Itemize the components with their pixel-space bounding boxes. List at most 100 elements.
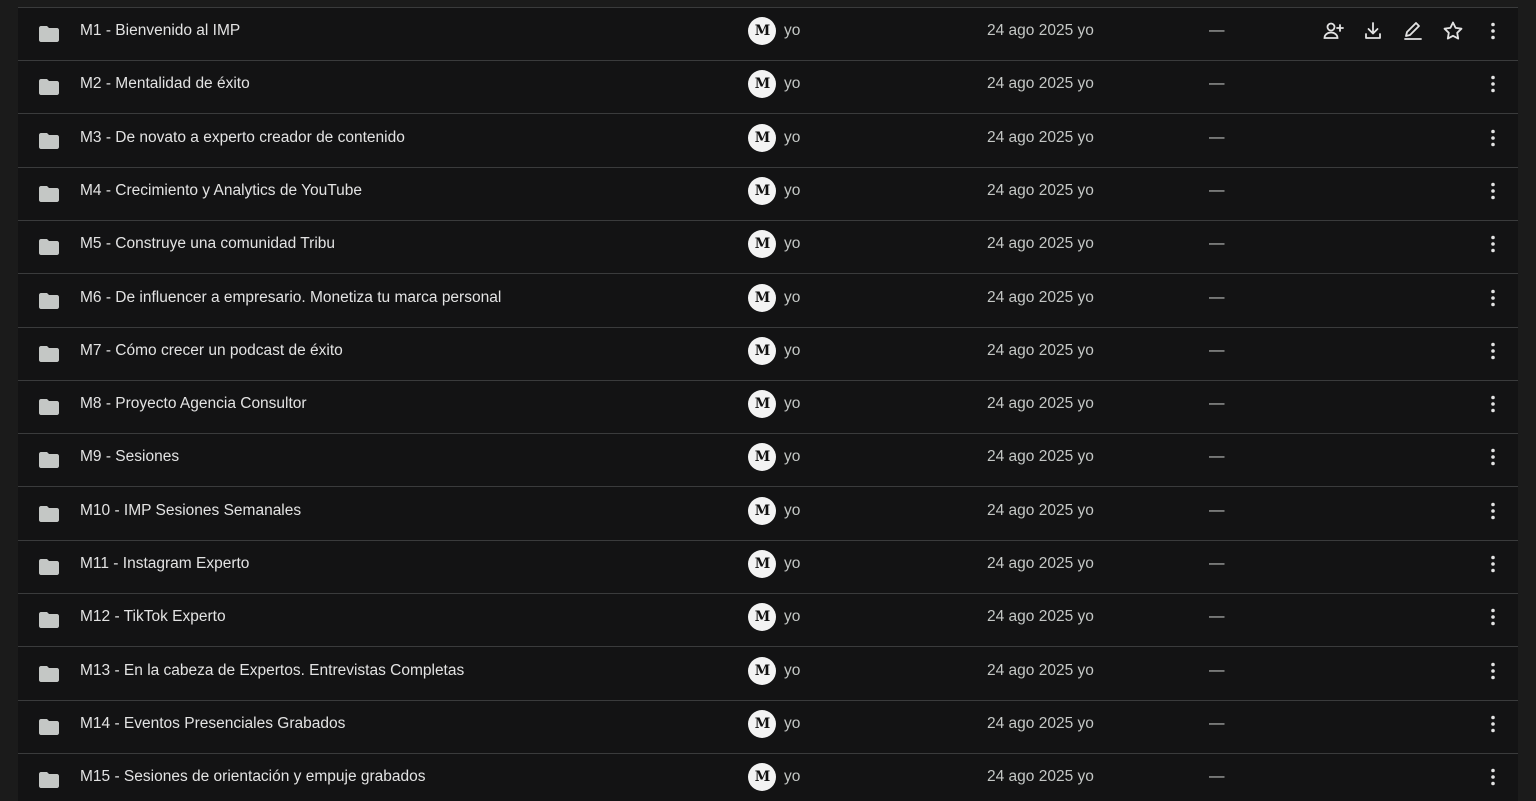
owner-avatar: M — [748, 230, 776, 259]
file-owner: yo — [784, 448, 801, 466]
owner-avatar: M — [748, 176, 776, 205]
owner-avatar: M — [748, 496, 776, 525]
file-size: — — [1209, 768, 1225, 786]
folder-icon — [37, 22, 61, 46]
file-row[interactable]: M4 - Crecimiento y Analytics de YouTube M… — [18, 168, 1518, 221]
more-vert-icon[interactable] — [1481, 392, 1505, 416]
file-size: — — [1209, 341, 1225, 359]
file-owner: yo — [784, 128, 801, 146]
more-vert-icon[interactable] — [1481, 126, 1505, 150]
file-name[interactable]: M1 - Bienvenido al IMP — [80, 8, 240, 60]
file-modified: 24 ago 2025 yo — [987, 235, 1094, 253]
file-owner: yo — [784, 608, 801, 626]
file-size: — — [1209, 22, 1225, 39]
file-owner: yo — [784, 555, 801, 572]
more-vert-icon[interactable] — [1481, 286, 1505, 310]
folder-icon — [37, 129, 61, 153]
file-size: — — [1209, 608, 1225, 626]
more-vert-icon[interactable] — [1481, 232, 1505, 256]
file-owner: yo — [784, 661, 801, 679]
add-person-icon[interactable] — [1321, 19, 1345, 43]
owner-avatar: M — [748, 656, 776, 685]
more-vert-icon[interactable] — [1481, 712, 1505, 736]
file-row[interactable]: M12 - TikTok Experto Myo 24 ago 2025 yo — — [18, 594, 1518, 648]
folder-icon — [37, 182, 61, 206]
file-modified: 24 ago 2025 yo — [987, 22, 1094, 39]
file-owner: yo — [784, 288, 801, 306]
file-row[interactable]: M5 - Construye una comunidad Tribu Myo 24 … — [18, 221, 1518, 275]
owner-avatar: M — [748, 70, 776, 99]
download-icon[interactable] — [1361, 19, 1385, 43]
file-size: — — [1209, 714, 1225, 732]
more-vert-icon[interactable] — [1481, 339, 1505, 363]
file-name[interactable]: M11 - Instagram Experto — [80, 541, 249, 593]
owner-avatar: M — [748, 123, 776, 152]
more-vert-icon[interactable] — [1481, 552, 1505, 576]
file-row[interactable]: M1 - Bienvenido al IMP Myo 24 ago 2025 yo — — [18, 8, 1518, 61]
more-vert-icon[interactable] — [1481, 499, 1505, 523]
file-row[interactable]: M8 - Proyecto Agencia Consultor Myo 24 ago… — [18, 381, 1518, 435]
owner-avatar: M — [748, 17, 776, 45]
file-row[interactable]: M14 - Eventos Presenciales Grabados Myo 24… — [18, 701, 1518, 754]
file-name[interactable]: M4 - Crecimiento y Analytics de YouTube — [80, 168, 362, 220]
file-name[interactable]: M5 - Construye una comunidad Tribu — [80, 221, 335, 273]
file-name[interactable]: M9 - Sesiones — [80, 434, 179, 486]
file-name[interactable]: M6 - De influencer a empresario. Monetiz… — [80, 275, 501, 327]
more-vert-icon[interactable] — [1481, 605, 1505, 629]
more-vert-icon[interactable] — [1481, 179, 1505, 203]
file-row[interactable]: M11 - Instagram Experto Myo 24 ago 2025 yo… — [18, 541, 1518, 594]
folder-icon — [37, 662, 61, 686]
folder-icon — [37, 342, 61, 366]
file-row[interactable]: M10 - IMP Sesiones Semanales Myo 24 ago 20… — [18, 488, 1518, 541]
file-row[interactable]: M3 - De novato a experto creador de cont… — [18, 115, 1518, 168]
folder-icon — [37, 715, 61, 739]
file-list: M1 - Bienvenido al IMP Myo 24 ago 2025 yo —… — [18, 7, 1518, 801]
file-name[interactable]: M15 - Sesiones de orientación y empuje g… — [80, 754, 426, 801]
file-name[interactable]: M2 - Mentalidad de éxito — [80, 61, 250, 113]
file-modified: 24 ago 2025 yo — [987, 555, 1094, 572]
folder-icon — [37, 395, 61, 419]
file-modified: 24 ago 2025 yo — [987, 608, 1094, 626]
file-modified: 24 ago 2025 yo — [987, 448, 1094, 466]
file-size: — — [1209, 555, 1225, 572]
file-size: — — [1209, 128, 1225, 146]
file-name[interactable]: M7 - Cómo crecer un podcast de éxito — [80, 328, 343, 380]
star-outline-icon[interactable] — [1441, 19, 1465, 43]
folder-icon — [37, 448, 61, 472]
file-modified: 24 ago 2025 yo — [987, 501, 1094, 519]
file-row[interactable]: M15 - Sesiones de orientación y empuje g… — [18, 754, 1518, 801]
file-name[interactable]: M14 - Eventos Presenciales Grabados — [80, 701, 345, 753]
file-modified: 24 ago 2025 yo — [987, 288, 1094, 306]
more-vert-icon[interactable] — [1481, 72, 1505, 96]
file-name[interactable]: M12 - TikTok Experto — [80, 594, 226, 646]
more-vert-icon[interactable] — [1481, 445, 1505, 469]
file-size: — — [1209, 181, 1225, 199]
more-vert-icon[interactable] — [1481, 659, 1505, 683]
file-row[interactable]: M2 - Mentalidad de éxito Myo 24 ago 2025 y… — [18, 61, 1518, 115]
folder-icon — [37, 502, 61, 526]
more-vert-icon[interactable] — [1481, 765, 1505, 789]
file-name[interactable]: M13 - En la cabeza de Expertos. Entrevis… — [80, 648, 464, 700]
folder-icon — [37, 75, 61, 99]
file-owner: yo — [784, 768, 801, 786]
file-name[interactable]: M10 - IMP Sesiones Semanales — [80, 488, 301, 540]
file-row[interactable]: M6 - De influencer a empresario. Monetiz… — [18, 275, 1518, 328]
file-name[interactable]: M3 - De novato a experto creador de cont… — [80, 115, 405, 167]
file-name[interactable]: M8 - Proyecto Agencia Consultor — [80, 381, 307, 433]
file-row[interactable]: M13 - En la cabeza de Expertos. Entrevis… — [18, 648, 1518, 701]
file-owner: yo — [784, 714, 801, 732]
file-size: — — [1209, 395, 1225, 413]
file-owner: yo — [784, 22, 801, 39]
more-vert-icon[interactable] — [1481, 19, 1505, 43]
rename-icon[interactable] — [1401, 19, 1425, 43]
file-owner: yo — [784, 75, 801, 93]
file-row[interactable]: M9 - Sesiones Myo 24 ago 2025 yo — — [18, 434, 1518, 488]
folder-icon — [37, 768, 61, 792]
file-owner: yo — [784, 235, 801, 253]
owner-avatar: M — [748, 283, 776, 312]
file-row[interactable]: M7 - Cómo crecer un podcast de éxito Myo 2… — [18, 328, 1518, 381]
file-size: — — [1209, 235, 1225, 253]
file-modified: 24 ago 2025 yo — [987, 75, 1094, 93]
file-modified: 24 ago 2025 yo — [987, 395, 1094, 413]
file-owner: yo — [784, 181, 801, 199]
